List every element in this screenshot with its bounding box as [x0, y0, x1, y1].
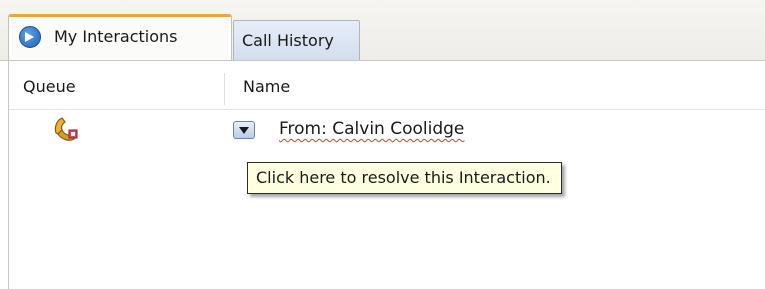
interactions-window: My Interactions Call History Queue Name … [0, 0, 765, 289]
tab-strip: My Interactions Call History [0, 0, 765, 61]
resolve-tooltip: Click here to resolve this Interaction. [247, 162, 562, 194]
arrow-right-circle-icon [19, 26, 41, 48]
column-header-row: Queue Name [9, 71, 765, 110]
column-header-name[interactable]: Name [243, 77, 290, 96]
tab-call-history[interactable]: Call History [233, 20, 360, 60]
phone-handset-icon [51, 115, 81, 143]
tab-my-interactions[interactable]: My Interactions [8, 14, 232, 61]
tab-my-interactions-label: My Interactions [54, 27, 178, 46]
interaction-name[interactable]: From: Calvin Coolidge [279, 119, 464, 139]
resolve-dropdown-button[interactable] [233, 121, 255, 139]
column-header-queue[interactable]: Queue [23, 77, 76, 96]
table-row[interactable]: From: Calvin Coolidge [9, 113, 765, 149]
tab-call-history-label: Call History [242, 31, 334, 50]
column-separator[interactable] [224, 73, 225, 105]
interaction-list: Queue Name From: Calvin Coolidge Click h… [8, 61, 765, 289]
